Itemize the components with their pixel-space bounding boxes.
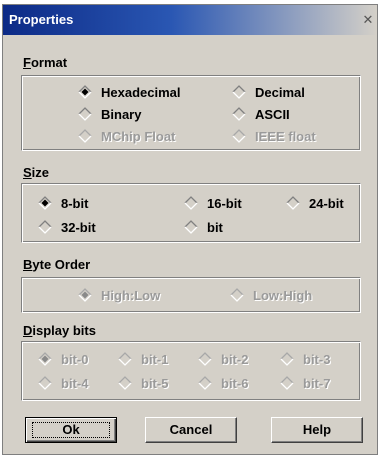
size-option-24-bit[interactable]: 24-bit (286, 194, 344, 212)
radio-diamond-icon (78, 85, 92, 99)
radio-diamond-icon (78, 107, 92, 121)
format-title-mnemonic: F (23, 55, 31, 70)
format-group: Hexadecimal Decimal Binary ASCII MChip F… (21, 75, 361, 151)
byte-order-group: High:Low Low:High (21, 277, 361, 313)
size-option-16-bit[interactable]: 16-bit (184, 194, 242, 212)
display-bits-group: bit-0 bit-1 bit-2 bit-3 bit-4 bit-5 bit-… (21, 341, 361, 401)
radio-label: 8-bit (61, 195, 89, 211)
cancel-button[interactable]: Cancel (145, 417, 237, 443)
window-title: Properties (9, 12, 74, 27)
format-option-decimal[interactable]: Decimal (232, 83, 305, 101)
format-title-rest: ormat (30, 55, 68, 70)
byte-order-section-title: Byte Order (23, 257, 90, 272)
display-bit-6[interactable]: bit-6 (198, 374, 248, 392)
radio-label: Hexadecimal (101, 84, 181, 100)
radio-label: bit-6 (221, 375, 249, 391)
close-icon[interactable]: ✕ (361, 13, 375, 27)
radio-diamond-icon (78, 288, 92, 302)
radio-label: High:Low (101, 287, 161, 303)
format-option-mchip-float[interactable]: MChip Float (78, 127, 175, 145)
radio-diamond-icon (232, 129, 246, 143)
display-bit-1[interactable]: bit-1 (118, 350, 168, 368)
size-option-32-bit[interactable]: 32-bit (38, 218, 96, 236)
radio-diamond-icon (232, 107, 246, 121)
ok-button[interactable]: Ok (25, 417, 117, 443)
display-bits-title-rest: isplay bits (32, 323, 96, 338)
display-bit-4[interactable]: bit-4 (38, 374, 88, 392)
format-option-ieee-float[interactable]: IEEE float (232, 127, 316, 145)
radio-label: MChip Float (101, 128, 176, 144)
radio-label: bit-1 (141, 351, 169, 367)
byte-order-title-rest: yte Order (32, 257, 91, 272)
radio-label: ASCII (255, 106, 290, 122)
size-option-bit[interactable]: bit (184, 218, 223, 236)
size-title-rest: ize (31, 165, 50, 180)
radio-diamond-icon (38, 220, 52, 234)
byte-order-title-mnemonic: B (23, 257, 33, 272)
format-section-title: Format (23, 55, 67, 70)
help-button[interactable]: Help (271, 417, 363, 443)
display-bit-5[interactable]: bit-5 (118, 374, 168, 392)
cancel-button-label: Cancel (169, 422, 213, 437)
size-section-title: Size (23, 165, 49, 180)
size-group: 8-bit 16-bit 24-bit 32-bit bit (21, 183, 361, 243)
radio-label: 32-bit (61, 219, 96, 235)
radio-label: bit-2 (221, 351, 249, 367)
format-option-hexadecimal[interactable]: Hexadecimal (78, 83, 181, 101)
radio-label: bit-4 (61, 375, 89, 391)
display-bit-7[interactable]: bit-7 (280, 374, 330, 392)
title-bar[interactable]: Properties ✕ (3, 5, 377, 35)
radio-diamond-icon (184, 196, 198, 210)
radio-diamond-icon (78, 129, 92, 143)
radio-diamond-icon (38, 352, 52, 366)
display-bit-3[interactable]: bit-3 (280, 350, 330, 368)
focus-rect (32, 422, 110, 438)
radio-diamond-icon (198, 376, 212, 390)
radio-label: Binary (101, 106, 142, 122)
display-bits-section-title: Display bits (23, 323, 96, 338)
properties-dialog: Properties ✕ Format Hexadecimal Decimal … (2, 4, 378, 455)
size-option-8-bit[interactable]: 8-bit (38, 194, 88, 212)
radio-diamond-icon (286, 196, 300, 210)
radio-diamond-icon (230, 288, 244, 302)
radio-diamond-icon (232, 85, 246, 99)
radio-label: bit-7 (303, 375, 331, 391)
radio-label: bit-5 (141, 375, 169, 391)
radio-label: Low:High (253, 287, 313, 303)
radio-label: 16-bit (207, 195, 242, 211)
byte-order-option-high-low[interactable]: High:Low (78, 286, 160, 304)
radio-diamond-icon (198, 352, 212, 366)
radio-diamond-icon (184, 220, 198, 234)
radio-diamond-icon (38, 376, 52, 390)
radio-label: bit-0 (61, 351, 89, 367)
format-option-ascii[interactable]: ASCII (232, 105, 290, 123)
radio-diamond-icon (280, 352, 294, 366)
display-bit-2[interactable]: bit-2 (198, 350, 248, 368)
display-bit-0[interactable]: bit-0 (38, 350, 88, 368)
radio-label: bit-3 (303, 351, 331, 367)
byte-order-option-low-high[interactable]: Low:High (230, 286, 312, 304)
size-title-mnemonic: S (23, 165, 32, 180)
radio-label: 24-bit (309, 195, 344, 211)
format-option-binary[interactable]: Binary (78, 105, 141, 123)
radio-diamond-icon (38, 196, 52, 210)
radio-label: Decimal (255, 84, 305, 100)
help-button-label: Help (302, 422, 332, 437)
radio-diamond-icon (118, 376, 132, 390)
radio-diamond-icon (280, 376, 294, 390)
radio-diamond-icon (118, 352, 132, 366)
display-bits-title-mnemonic: D (23, 323, 33, 338)
radio-label: IEEE float (255, 128, 316, 144)
radio-label: bit (207, 219, 223, 235)
